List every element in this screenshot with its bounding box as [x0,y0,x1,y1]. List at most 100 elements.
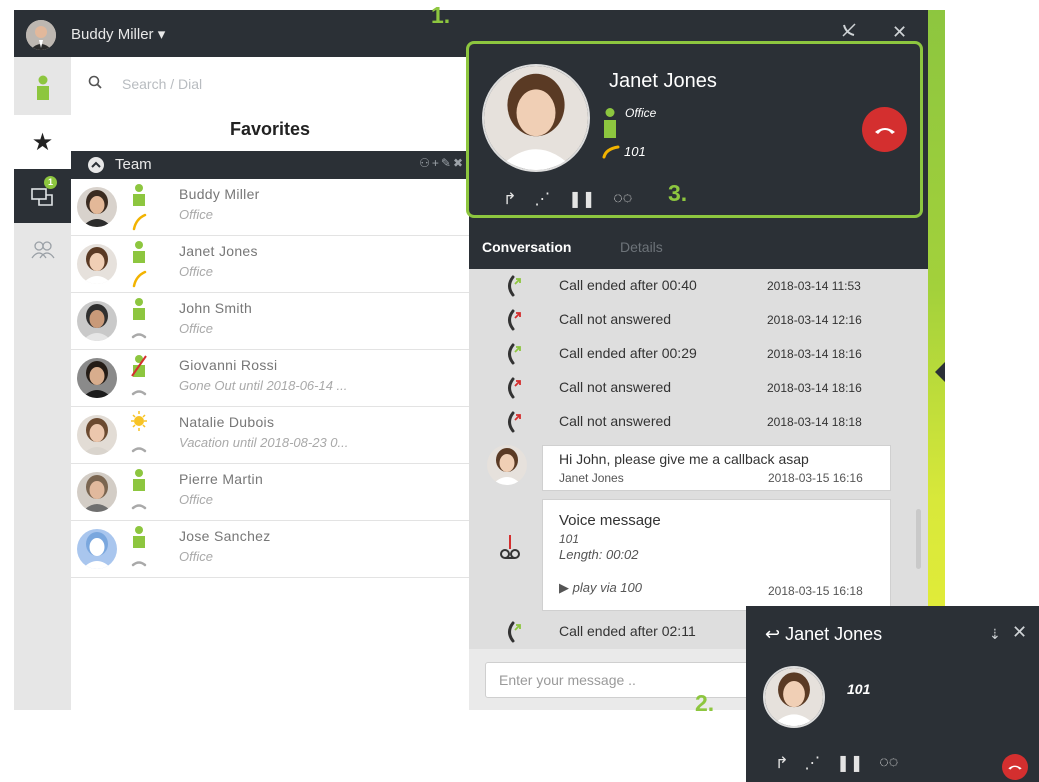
contact-status: Office [179,321,213,336]
voicemail-icon[interactable]: ◌◌ [613,190,632,208]
navigation-rail: ★ 1 [14,57,71,710]
user-name-menu[interactable]: Buddy Miller ▾ [71,25,165,43]
pause-icon[interactable]: ❚❚ [836,753,863,773]
tab-details[interactable]: Details [620,239,663,255]
contact-status: Office [179,207,213,222]
star-icon: ★ [31,128,54,156]
history-entry: Call ended after 00:40 2018-03-14 11:53 [469,269,928,303]
no-phone-icon[interactable] [841,22,857,43]
history-scrollbar[interactable] [916,509,921,569]
mini-close-button[interactable]: ✕ [1012,622,1027,643]
phone-active-icon [602,145,620,159]
voice-message: Voice message 101 Length: 00:02 ▶ play v… [542,499,891,611]
pause-icon[interactable]: ❚❚ [568,189,595,209]
presence-available-icon [131,525,147,573]
conference-icon[interactable]: ⋰ [804,753,820,773]
avatar [77,187,117,227]
presence-available-icon [131,183,147,231]
mini-caller-extension: 101 [847,681,871,697]
hangup-button[interactable] [862,107,907,152]
team-group-header[interactable]: Team ⚇+✎✖ [71,151,469,179]
search-input[interactable]: Search / Dial [122,76,202,92]
contact-name: Buddy Miller [179,186,260,202]
contact-list: Buddy Miller Office Janet Jones Office John … [71,179,469,578]
chat-message: Hi John, please give me a callback asap … [542,445,891,491]
transfer-icon[interactable]: ↱ [503,189,516,209]
voice-message-time: 2018-03-15 16:18 [768,584,863,598]
conference-icon[interactable]: ⋰ [534,189,550,209]
remove-icon[interactable]: ✖ [453,156,465,170]
user-avatar[interactable] [26,20,56,50]
close-button[interactable]: ✕ [892,22,907,43]
history-text: Call not answered [559,379,672,395]
message-time: 2018-03-15 16:16 [768,471,863,485]
history-text: Call not answered [559,413,672,429]
contact-row[interactable]: Giovanni Rossi Gone Out until 2018-06-14 … [71,350,469,407]
contact-name: Giovanni Rossi [179,357,278,373]
tab-conversation[interactable]: Conversation [482,239,571,255]
contact-row[interactable]: John Smith Office [71,293,469,350]
caller-status: Office [625,106,657,120]
avatar [77,301,117,341]
presence-available-icon [131,297,147,345]
voicemail-icon[interactable]: ◌◌ [879,754,898,772]
user-name: Buddy Miller [71,26,154,43]
avatar [487,445,527,485]
rail-favorites[interactable]: ★ [14,115,71,169]
history-time: 2018-03-14 12:16 [767,313,862,327]
rail-groups[interactable] [14,223,71,277]
contact-row[interactable]: Jose Sanchez Office [71,521,469,578]
contact-name: Jose Sanchez [179,528,271,544]
collapse-chevron-icon[interactable] [88,157,104,173]
rail-chat[interactable]: 1 [14,169,71,223]
caller-extension: 101 [624,144,646,159]
favorites-title: Favorites [229,119,311,139]
history-text: Call not answered [559,311,672,327]
avatar [77,244,117,284]
rail-presence[interactable] [14,61,71,115]
history-time: 2018-03-14 11:53 [767,279,861,293]
contact-status: Office [179,264,213,279]
call-log-icon [505,377,523,404]
presence-available-icon [36,75,49,100]
transfer-icon[interactable]: ↱ [775,753,788,773]
add-contact-icon[interactable]: ⚇+ [419,156,441,170]
voicemail-icon [500,535,520,559]
history-text: Call ended after 02:11 [559,623,696,639]
avatar [77,529,117,569]
search-bar[interactable]: Search / Dial [71,57,469,109]
contact-status: Office [179,492,213,507]
edit-icon[interactable]: ✎ [441,156,453,170]
group-tools: ⚇+✎✖ [419,156,465,170]
mini-caller-avatar [763,666,825,728]
active-call-card: Janet Jones Office 101 ↱ ⋰ ❚❚ ◌◌ [466,41,923,218]
mini-call-title: ↩ Janet Jones [765,624,882,645]
call-log-icon [505,343,523,370]
callout-2: 2. [695,690,715,716]
history-text: Call ended after 00:40 [559,277,697,293]
message-author: Janet Jones [559,471,624,485]
callout-3: 3. [668,180,688,206]
call-log-icon [505,309,523,336]
contact-row[interactable]: Buddy Miller Office [71,179,469,236]
history-entry: Call not answered 2018-03-14 18:18 [469,405,928,439]
history-entry: Call not answered 2018-03-14 18:16 [469,371,928,405]
contact-name: Pierre Martin [179,471,264,487]
hangup-icon [874,127,895,134]
pin-icon[interactable]: ⇣ [989,626,1001,643]
contact-row[interactable]: Pierre Martin Office [71,464,469,521]
call-log-icon [505,621,523,648]
contact-row[interactable]: Natalie Dubois Vacation until 2018-08-23 … [71,407,469,464]
accent-strip [928,10,945,710]
presence-available-icon [604,108,616,138]
contact-status: Vacation until 2018-08-23 0... [179,435,349,450]
contact-status: Gone Out until 2018-06-14 ... [179,378,348,393]
contact-row[interactable]: Janet Jones Office [71,236,469,293]
contact-status: Office [179,549,213,564]
play-voice-message-link[interactable]: ▶ play via 100 [559,580,642,596]
voice-message-extension: 101 [559,532,580,546]
mini-hangup-button[interactable] [1002,754,1028,780]
team-group-label: Team [115,156,152,173]
incoming-call-icon: ↩ [765,624,781,644]
history-time: 2018-03-14 18:16 [767,381,862,395]
